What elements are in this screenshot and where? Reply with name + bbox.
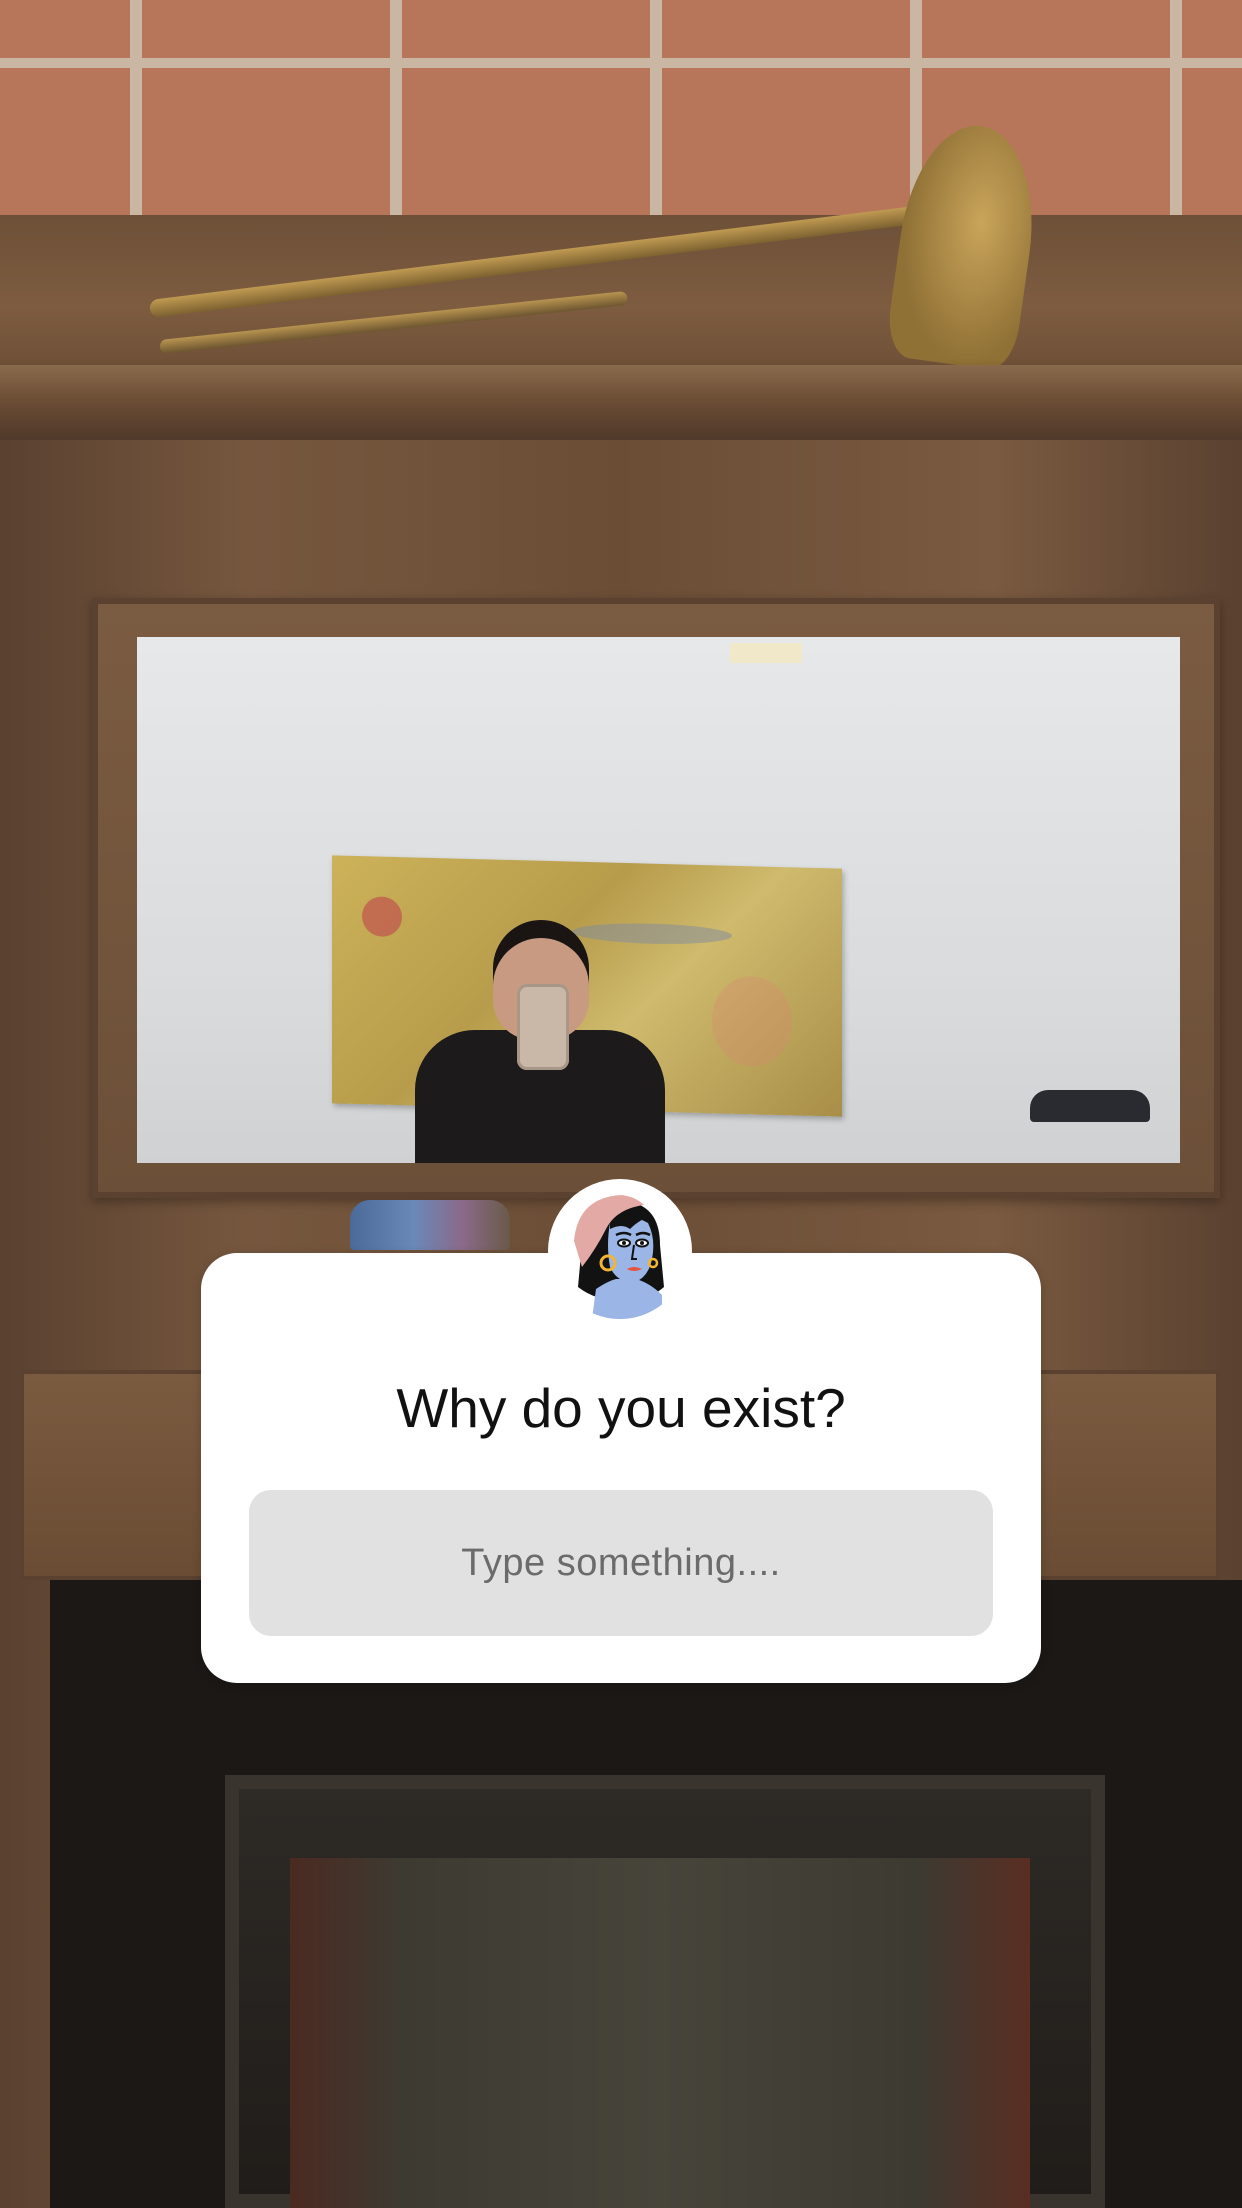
answer-input-field[interactable]: Type something.... — [249, 1490, 993, 1636]
illustrated-portrait-avatar-icon — [552, 1183, 688, 1319]
chair-reflection — [1030, 1090, 1150, 1122]
answer-placeholder-text: Type something.... — [461, 1541, 781, 1584]
phone-icon — [517, 984, 569, 1070]
sticker-question-text: Why do you exist? — [396, 1377, 846, 1439]
ceiling-light-reflection — [730, 643, 802, 663]
shelf-ledge — [0, 365, 1242, 440]
person-taking-selfie — [415, 920, 665, 1163]
mantel-trinkets — [350, 1200, 510, 1250]
brick-wall — [0, 0, 1242, 215]
fireplace-interior — [290, 1858, 1030, 2208]
story-canvas: Why do you exist? Type something.... — [0, 0, 1242, 2208]
